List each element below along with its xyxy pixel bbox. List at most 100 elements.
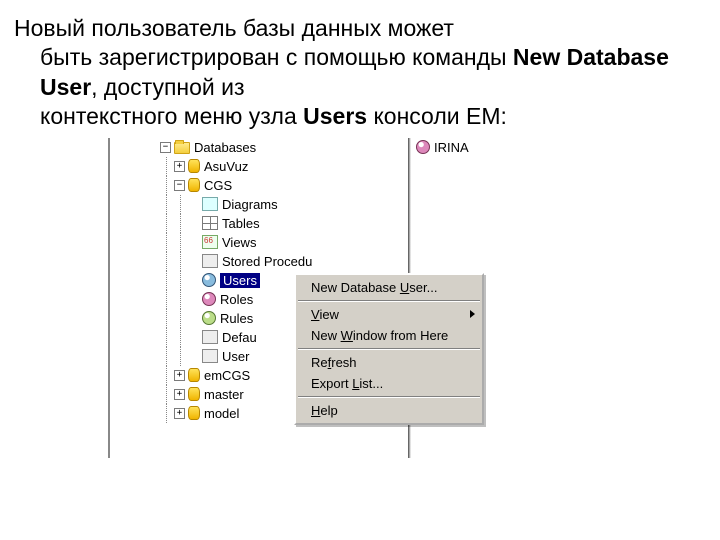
menu-accel: H (311, 403, 320, 418)
views-icon (202, 235, 218, 249)
tree-label: Stored Procedu (222, 254, 312, 269)
spacer (188, 237, 199, 248)
expand-icon[interactable]: + (174, 389, 185, 400)
tree-connector (160, 366, 174, 385)
tree-node-sprocs[interactable]: Stored Procedu (160, 252, 410, 271)
tree-connector (160, 385, 174, 404)
tree-connector (160, 271, 174, 290)
spacer (188, 275, 199, 286)
caption-line-3a: контекстного меню узла (40, 103, 303, 129)
menu-accel: U (400, 280, 409, 295)
tree-node-db[interactable]: + AsuVuz (160, 157, 410, 176)
collapse-icon[interactable]: − (160, 142, 171, 153)
menu-text-pre: New (311, 328, 341, 343)
menu-item-help[interactable]: Help (297, 400, 481, 421)
tree-connector (174, 214, 188, 233)
tree-label: emCGS (204, 368, 250, 383)
spacer (188, 256, 199, 267)
menu-item-new-db-user[interactable]: New Database User... (297, 277, 481, 298)
caption-line-2a: быть зарегистрирован c помощью команды (40, 44, 513, 70)
tree-connector (160, 290, 174, 309)
tree-connector (174, 328, 188, 347)
menu-text-pre: Re (311, 355, 328, 370)
tree-connector (174, 233, 188, 252)
tree-label: CGS (204, 178, 232, 193)
tree-connector (160, 157, 174, 176)
database-icon (188, 368, 200, 382)
list-item[interactable]: IRINA (416, 138, 469, 157)
menu-text-pre: Export (311, 376, 352, 391)
tree-label: Roles (220, 292, 253, 307)
menu-item-export-list[interactable]: Export List... (297, 373, 481, 394)
caption-line-3c: консоли EM: (367, 103, 507, 129)
menu-text-post: elp (320, 403, 337, 418)
submenu-arrow-icon (470, 310, 475, 318)
tree-label: Views (222, 235, 256, 250)
tree-connector (174, 195, 188, 214)
diagram-icon (202, 197, 218, 211)
table-icon (202, 216, 218, 230)
tree-connector (160, 195, 174, 214)
expand-icon[interactable]: + (174, 161, 185, 172)
tree-connector (174, 290, 188, 309)
tree-node-databases[interactable]: − Databases (160, 138, 410, 157)
tree-node-views[interactable]: Views (160, 233, 410, 252)
roles-icon (202, 292, 216, 306)
menu-item-new-window[interactable]: New Window from Here (297, 325, 481, 346)
tree-label: User (222, 349, 249, 364)
screenshot-region: − Databases + AsuVuz − CGS Diagrams Ta (90, 138, 630, 488)
slide-caption: Новый пользователь базы данных может быт… (0, 0, 720, 138)
context-menu[interactable]: New Database User... View New Window fro… (294, 273, 484, 425)
database-icon (188, 178, 200, 192)
expand-icon[interactable]: + (174, 370, 185, 381)
tree-label: Diagrams (222, 197, 278, 212)
tree-connector (160, 252, 174, 271)
database-icon (188, 387, 200, 401)
menu-accel: W (341, 328, 353, 343)
tree-node-diagrams[interactable]: Diagrams (160, 195, 410, 214)
menu-item-refresh[interactable]: Refresh (297, 352, 481, 373)
list-item-label: IRINA (434, 140, 469, 155)
datatype-icon (202, 349, 218, 363)
tree-connector (160, 214, 174, 233)
tree-connector (174, 309, 188, 328)
expand-icon[interactable]: + (174, 408, 185, 419)
caption-line-1: Новый пользователь базы данных может (14, 15, 454, 41)
folder-icon (174, 142, 190, 154)
tree-node-tables[interactable]: Tables (160, 214, 410, 233)
tree-node-db[interactable]: − CGS (160, 176, 410, 195)
tree-connector (174, 252, 188, 271)
spacer (188, 199, 199, 210)
menu-separator (298, 348, 480, 350)
database-icon (188, 406, 200, 420)
menu-text-post: ser... (409, 280, 437, 295)
tree-label: AsuVuz (204, 159, 248, 174)
tree-connector (160, 347, 174, 366)
caption-line-2c: , доступной из (91, 74, 244, 100)
spacer (188, 351, 199, 362)
tree-label-selected: Users (220, 273, 260, 288)
tree-connector (160, 176, 174, 195)
menu-separator (298, 300, 480, 302)
menu-text-post: ist... (359, 376, 383, 391)
tree-connector (160, 328, 174, 347)
tree-label: Defau (222, 330, 257, 345)
menu-separator (298, 396, 480, 398)
spacer (188, 332, 199, 343)
user-icon (416, 140, 430, 154)
spacer (188, 218, 199, 229)
tree-label: Databases (194, 140, 256, 155)
collapse-icon[interactable]: − (174, 180, 185, 191)
detail-panel: IRINA (416, 138, 469, 157)
menu-text-post: iew (319, 307, 339, 322)
menu-text-post: indow from Here (353, 328, 448, 343)
rules-icon (202, 311, 216, 325)
stored-proc-icon (202, 254, 218, 268)
users-icon (202, 273, 216, 287)
tree-label: master (204, 387, 244, 402)
tree-connector (160, 233, 174, 252)
tree-connector (174, 271, 188, 290)
tree-connector (160, 404, 174, 423)
menu-text-pre: New Database (311, 280, 400, 295)
menu-item-view[interactable]: View (297, 304, 481, 325)
